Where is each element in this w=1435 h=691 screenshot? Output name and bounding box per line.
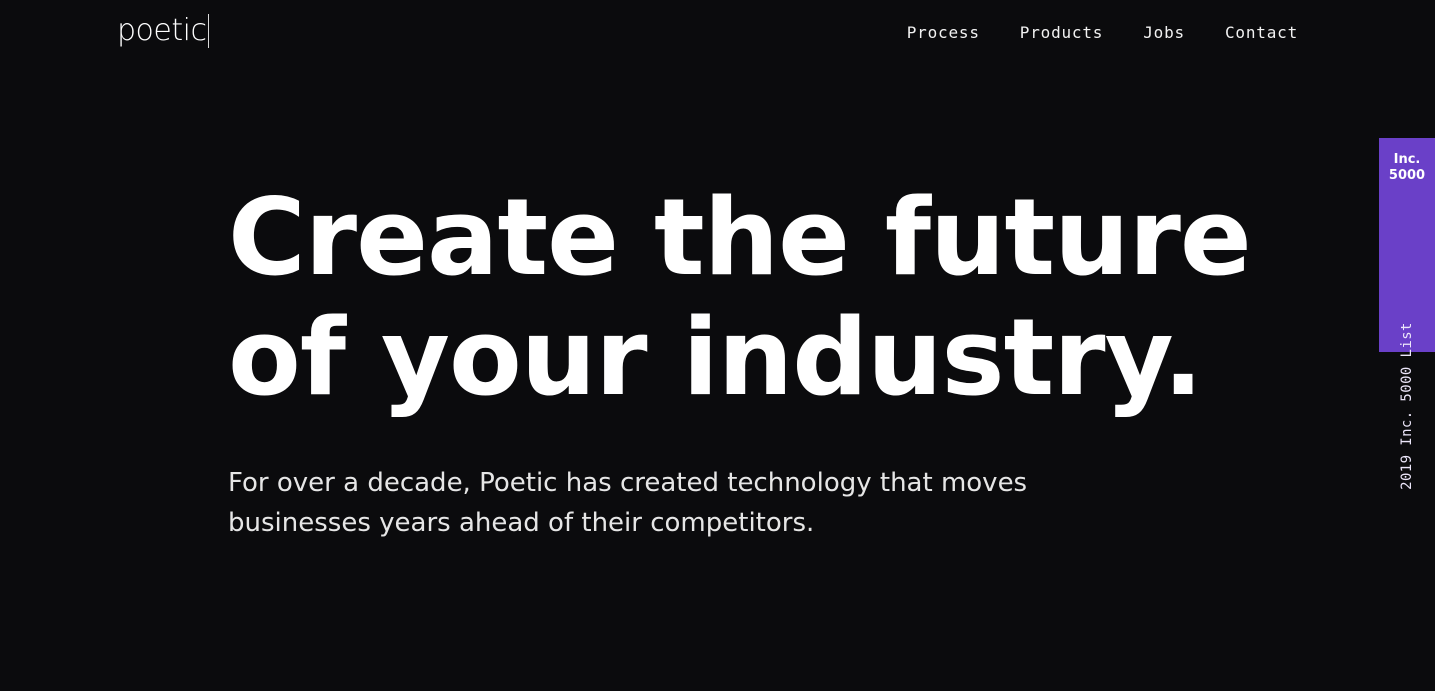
logo-link[interactable]: poetic <box>117 12 210 50</box>
nav-process-link[interactable]: Process <box>907 22 980 44</box>
hero-headline-line-2: of your industry. <box>228 296 1203 419</box>
badge-title-line-1: Inc. <box>1393 152 1421 167</box>
logo-cursor-bar <box>208 14 210 48</box>
main-nav: Process Products Jobs Contact <box>907 22 1298 44</box>
nav-products-link[interactable]: Products <box>1020 22 1103 44</box>
hero-headline: Create the future of your industry. <box>228 176 1252 419</box>
logo: poetic <box>117 13 207 48</box>
badge-title-line-2: 5000 <box>1388 168 1426 183</box>
nav-jobs-link[interactable]: Jobs <box>1143 22 1185 44</box>
nav-contact-link[interactable]: Contact <box>1225 22 1298 44</box>
badge-title: Inc. 5000 <box>1379 152 1435 184</box>
hero-headline-line-1: Create the future <box>228 176 1252 299</box>
inc-5000-badge[interactable]: Inc. 5000 2019 Inc. 5000 List <box>1379 138 1435 490</box>
badge-vertical-text: 2019 Inc. 5000 List <box>1399 322 1415 490</box>
hero-subtitle: For over a decade, Poetic has created te… <box>228 468 1028 538</box>
